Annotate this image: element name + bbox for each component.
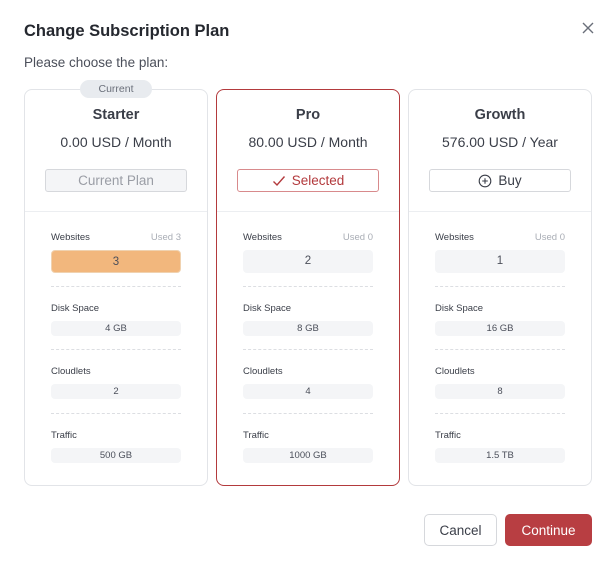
resource-traffic: Traffic 500 GB <box>51 430 181 463</box>
resource-websites: Websites Used 0 1 <box>435 232 565 273</box>
plan-name: Pro <box>295 107 321 123</box>
resource-label: Cloudlets <box>51 366 91 377</box>
resource-used: Used 0 <box>534 232 565 243</box>
resource-value: 500 GB <box>51 448 181 463</box>
dashed-divider <box>243 286 373 287</box>
plan-card-pro[interactable]: Pro 80.00 USD / Month Selected Websites U… <box>216 89 400 486</box>
divider <box>409 211 591 212</box>
resource-label: Websites <box>243 232 282 243</box>
resource-used: Used 0 <box>342 232 373 243</box>
resource-disk-space: Disk Space 4 GB <box>51 303 181 336</box>
dialog-title: Change Subscription Plan <box>24 22 230 40</box>
current-plan-button: Current Plan <box>45 169 187 192</box>
dashed-divider <box>435 286 565 287</box>
resource-cloudlets: Cloudlets 4 <box>243 366 373 399</box>
action-label: Selected <box>291 173 345 188</box>
resource-cloudlets: Cloudlets 8 <box>435 366 565 399</box>
dashed-divider <box>435 413 565 414</box>
plan-card-growth[interactable]: Growth 576.00 USD / Year Buy Websites Use… <box>408 89 592 486</box>
resource-value: 2 <box>243 250 373 273</box>
plan-price: 576.00 USD / Year <box>442 134 558 150</box>
current-badge: Current <box>80 80 152 98</box>
resource-value: 8 GB <box>243 321 373 336</box>
resource-websites: Websites Used 0 2 <box>243 232 373 273</box>
dialog-subtitle: Please choose the plan: <box>24 55 169 70</box>
resource-cloudlets: Cloudlets 2 <box>51 366 181 399</box>
resource-traffic: Traffic 1000 GB <box>243 430 373 463</box>
plan-card-starter[interactable]: Starter 0.00 USD / Month Current Plan We… <box>24 89 208 486</box>
resource-websites: Websites Used 3 3 <box>51 232 181 273</box>
divider <box>25 211 207 212</box>
resource-value: 3 <box>51 250 181 273</box>
resource-label: Cloudlets <box>243 366 283 377</box>
resource-disk-space: Disk Space 16 GB <box>435 303 565 336</box>
resource-label: Cloudlets <box>435 366 475 377</box>
resource-label: Disk Space <box>243 303 292 314</box>
dashed-divider <box>243 413 373 414</box>
resource-value: 4 GB <box>51 321 181 336</box>
close-icon <box>582 22 594 34</box>
plus-circle-icon <box>479 174 492 187</box>
resource-value: 16 GB <box>435 321 565 336</box>
buy-button[interactable]: Buy <box>429 169 571 192</box>
resource-value: 4 <box>243 384 373 399</box>
action-label: Buy <box>498 173 522 188</box>
change-plan-dialog: Change Subscription Plan Please choose t… <box>0 0 616 566</box>
resource-value: 1 <box>435 250 565 273</box>
plan-price: 80.00 USD / Month <box>248 134 368 150</box>
continue-button[interactable]: Continue <box>505 514 592 546</box>
resource-label: Traffic <box>243 430 269 441</box>
resource-label: Websites <box>435 232 474 243</box>
resource-value: 1.5 TB <box>435 448 565 463</box>
resource-label: Traffic <box>435 430 461 441</box>
resource-label: Traffic <box>51 430 77 441</box>
resource-traffic: Traffic 1.5 TB <box>435 430 565 463</box>
dashed-divider <box>51 349 181 350</box>
resource-value: 1000 GB <box>243 448 373 463</box>
dashed-divider <box>51 413 181 414</box>
dashed-divider <box>51 286 181 287</box>
close-button[interactable] <box>580 20 596 36</box>
resource-label: Disk Space <box>435 303 484 314</box>
resource-value: 2 <box>51 384 181 399</box>
resource-disk-space: Disk Space 8 GB <box>243 303 373 336</box>
plan-name: Starter <box>92 107 140 123</box>
check-icon <box>272 175 285 186</box>
resource-label: Websites <box>51 232 90 243</box>
resource-used: Used 3 <box>150 232 181 243</box>
selected-button[interactable]: Selected <box>237 169 379 192</box>
divider <box>217 211 399 212</box>
dashed-divider <box>435 349 565 350</box>
plan-name: Growth <box>474 107 526 123</box>
dashed-divider <box>243 349 373 350</box>
plan-price: 0.00 USD / Month <box>60 134 172 150</box>
cancel-button[interactable]: Cancel <box>424 514 497 546</box>
resource-value: 8 <box>435 384 565 399</box>
resource-label: Disk Space <box>51 303 100 314</box>
action-label: Current Plan <box>78 173 154 188</box>
